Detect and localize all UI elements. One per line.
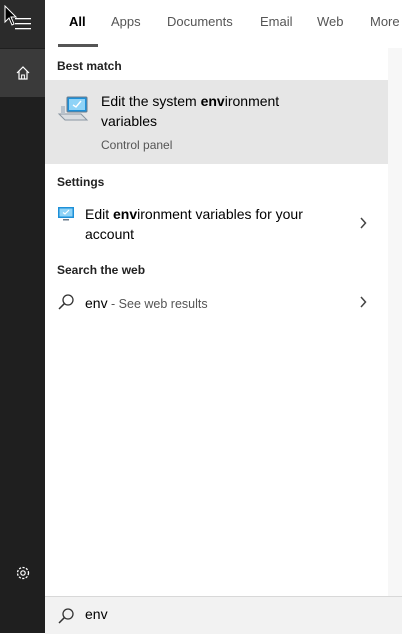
chevron-right-icon: [360, 217, 367, 229]
tab-documents[interactable]: Documents: [167, 14, 233, 30]
best-match-subtitle: Control panel: [101, 138, 173, 152]
tab-all[interactable]: All: [69, 14, 86, 30]
search-icon: [58, 608, 74, 624]
search-input[interactable]: [85, 606, 385, 622]
settings-button[interactable]: [0, 549, 45, 597]
best-match-title: Edit the system environment variables: [101, 93, 280, 129]
tab-bar: All Apps Documents Email Web More: [45, 0, 402, 49]
mouse-cursor-icon: [4, 5, 18, 26]
system-properties-icon: [57, 96, 89, 121]
tab-email[interactable]: Email: [260, 14, 293, 30]
home-icon: [16, 66, 29, 80]
scrollbar[interactable]: [388, 48, 402, 596]
tab-web[interactable]: Web: [317, 14, 344, 30]
search-icon: [58, 294, 74, 310]
section-settings: Settings: [57, 175, 105, 189]
settings-item-title: Edit environment variables for your acco…: [85, 206, 303, 242]
home-button[interactable]: [0, 49, 45, 97]
best-match-item[interactable]: Edit the system environment variables Co…: [45, 80, 388, 164]
search-bar: [45, 596, 402, 634]
monitor-settings-icon: [58, 207, 74, 221]
tab-apps[interactable]: Apps: [111, 14, 141, 30]
chevron-right-icon: [360, 296, 367, 308]
tab-more[interactable]: More: [370, 14, 400, 30]
web-search-text: env - See web results: [85, 295, 208, 311]
section-best-match: Best match: [57, 59, 122, 73]
settings-item[interactable]: Edit environment variables for your acco…: [45, 200, 388, 250]
left-rail: [0, 0, 45, 633]
results-list: Best match Edit the system environment v…: [45, 48, 388, 596]
active-tab-indicator: [58, 44, 98, 47]
web-search-item[interactable]: env - See web results: [45, 288, 388, 318]
section-search-web: Search the web: [57, 263, 146, 277]
gear-icon: [16, 566, 29, 580]
search-panel: All Apps Documents Email Web More Best m…: [45, 0, 402, 634]
